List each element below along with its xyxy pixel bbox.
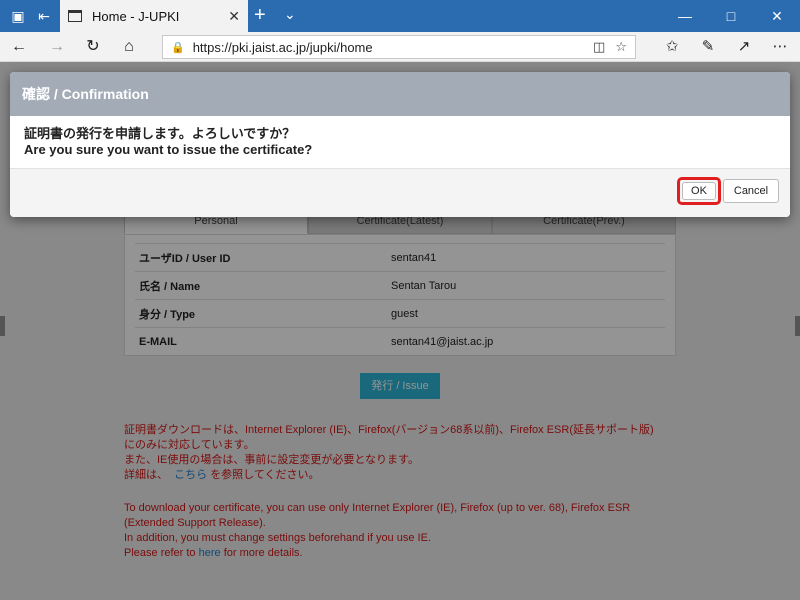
maximize-icon[interactable]: □ — [708, 0, 754, 32]
favorites-list-icon[interactable]: ✩ — [660, 37, 684, 57]
dialog-message-en: Are you sure you want to issue the certi… — [24, 142, 313, 157]
dialog-body: 証明書の発行を申請します。よろしいですか？ Are you sure you w… — [10, 116, 790, 168]
arrow-right-icon[interactable]: → — [46, 37, 68, 57]
confirmation-dialog: 確認 / Confirmation 証明書の発行を申請します。よろしいですか？ … — [10, 72, 790, 217]
tab-actions-icon[interactable]: ▣ — [8, 6, 28, 26]
page-edge-mark — [0, 316, 5, 336]
book-icon[interactable]: ◫ — [593, 39, 605, 55]
dialog-title: 確認 / Confirmation — [10, 72, 790, 116]
window-close-icon[interactable]: ✕ — [754, 0, 800, 32]
minimize-icon[interactable]: — — [662, 0, 708, 32]
ok-button[interactable]: OK — [682, 182, 716, 200]
pen-icon[interactable]: ✎ — [696, 37, 720, 57]
close-icon[interactable]: ✕ — [228, 8, 240, 25]
dialog-footer: OK Cancel — [10, 168, 790, 217]
arrow-left-icon[interactable]: ← — [8, 37, 30, 57]
set-aside-tabs-icon[interactable]: ⇤ — [34, 6, 54, 26]
address-bar[interactable]: 🔒 https://pki.jaist.ac.jp/jupki/home ◫ ☆ — [162, 35, 636, 59]
dialog-message-ja: 証明書の発行を申請します。よろしいですか？ — [24, 126, 296, 141]
plus-icon[interactable]: + — [254, 4, 266, 27]
page-edge-mark — [795, 316, 800, 336]
browser-nav-bar: ← → ↻ ⌂ 🔒 https://pki.jaist.ac.jp/jupki/… — [0, 32, 800, 62]
tab-title: Home - J-UPKI — [92, 8, 180, 24]
share-icon[interactable]: ↗ — [732, 37, 756, 57]
star-icon[interactable]: ☆ — [615, 39, 627, 55]
browser-tab-bar: ▣ ⇤ Home - J-UPKI ✕ + ⌄ — □ ✕ — [0, 0, 800, 32]
url-text[interactable]: https://pki.jaist.ac.jp/jupki/home — [193, 40, 583, 55]
cancel-button[interactable]: Cancel — [723, 179, 779, 203]
refresh-icon[interactable]: ↻ — [82, 37, 104, 57]
browser-tab[interactable]: Home - J-UPKI ✕ — [60, 0, 248, 32]
home-icon[interactable]: ⌂ — [118, 37, 140, 57]
more-icon[interactable]: ⋯ — [768, 37, 792, 57]
ok-button-highlight: OK — [677, 177, 721, 205]
chevron-down-icon[interactable]: ⌄ — [284, 6, 296, 23]
page-icon — [68, 10, 82, 22]
lock-icon: 🔒 — [171, 41, 185, 54]
